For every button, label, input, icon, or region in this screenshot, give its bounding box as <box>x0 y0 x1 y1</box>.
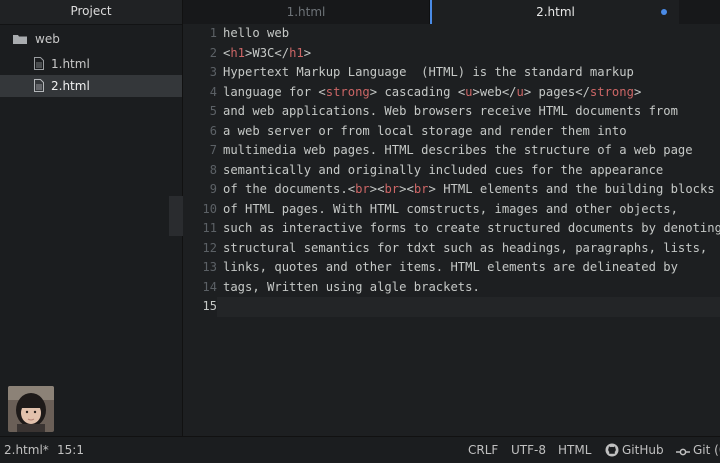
tab-label: 1.html <box>286 5 326 19</box>
tag-name-token: br <box>384 182 400 196</box>
tree-view-title: Project <box>0 0 182 25</box>
line-number: 9 <box>209 182 217 196</box>
code-text-area[interactable]: hello web <h1>W3C</h1> Hypertext Markup La… <box>217 24 720 317</box>
text-token: > pages</ <box>523 84 590 99</box>
line-number: 5 <box>209 104 217 118</box>
code-line[interactable] <box>217 297 720 317</box>
tree-folder-web[interactable]: web <box>0 28 182 50</box>
text-token: > HTML elements and the building blocks <box>428 182 715 196</box>
text-token: >< <box>399 182 414 196</box>
code-line[interactable]: a web server or from local storage and r… <box>223 122 720 142</box>
line-number-gutter: 1 2 3 4 5 6 7 8 9 10 11 12 13 14 15 <box>183 24 217 317</box>
code-line[interactable]: links, quotes and other items. HTML elem… <box>223 258 720 278</box>
status-cursor-position[interactable]: 15:1 <box>57 437 84 463</box>
tag-name-token: strong <box>325 84 370 99</box>
line-number: 14 <box>202 279 217 294</box>
text-token: > cascading < <box>369 84 466 99</box>
github-icon <box>605 443 619 457</box>
text-token: > <box>303 45 312 60</box>
text-token: hello web <box>223 26 290 40</box>
code-line[interactable]: tags, Written using algle brackets. <box>223 278 720 298</box>
line-number: 4 <box>209 84 217 99</box>
tab-1-html[interactable]: 1.html <box>183 0 430 24</box>
status-bar: 2.html* 15:1 CRLF UTF-8 HTML GitHub Git … <box>0 436 720 463</box>
file-icon <box>34 79 44 92</box>
code-line[interactable]: and web applications. Web browsers recei… <box>223 102 720 122</box>
code-line[interactable]: hello web <box>223 24 720 44</box>
line-number: 8 <box>209 162 217 177</box>
line-number: 7 <box>209 143 217 157</box>
tag-name-token: br <box>413 182 429 196</box>
text-token: Hypertext Markup Language (HTML) is the … <box>223 65 634 79</box>
file-label: 1.html <box>51 57 90 71</box>
text-token: >< <box>369 182 385 196</box>
code-line[interactable]: of HTML pages. With HTML comstructs, ima… <box>223 200 720 220</box>
text-token: > <box>633 84 642 99</box>
text-token: semantically and originally included cue… <box>223 162 664 177</box>
code-editor[interactable]: 1 2 3 4 5 6 7 8 9 10 11 12 13 14 15 hello web <h1>W3C</… <box>183 24 720 436</box>
status-grammar[interactable]: HTML <box>558 437 591 463</box>
status-file-name[interactable]: 2.html* <box>4 437 49 463</box>
text-token: structural semantics for tdxt such as he… <box>223 240 708 255</box>
text-token: of the documents.< <box>223 182 356 196</box>
tree-file-1-html[interactable]: 1.html <box>0 53 182 75</box>
tag-name-token: u <box>516 84 524 99</box>
code-line[interactable]: semantically and originally included cue… <box>223 161 720 181</box>
code-line[interactable]: such as interactive forms to create stru… <box>223 219 720 239</box>
status-line-ending[interactable]: CRLF <box>468 437 498 463</box>
file-label: 2.html <box>51 79 90 93</box>
line-number: 6 <box>209 123 217 138</box>
line-number: 1 <box>209 26 217 40</box>
file-icon <box>34 57 44 70</box>
code-line[interactable]: language for <strong> cascading <u>web</… <box>223 83 720 103</box>
folder-label: web <box>35 32 60 46</box>
line-number: 15 <box>202 299 217 313</box>
status-github[interactable]: GitHub <box>605 437 664 463</box>
line-number: 2 <box>209 45 217 60</box>
text-token: of HTML pages. With HTML comstructs, ima… <box>223 201 678 216</box>
tree-view: Project web 1.html 2.html <box>0 0 183 436</box>
code-line[interactable]: structural semantics for tdxt such as he… <box>223 239 720 259</box>
code-line[interactable]: multimedia web pages. HTML describes the… <box>223 141 720 161</box>
text-token: >web</ <box>472 84 517 99</box>
text-token: and web applications. Web browsers recei… <box>223 104 678 118</box>
tag-name-token: u <box>465 84 473 99</box>
folder-icon <box>13 35 27 44</box>
tag-name-token: h1 <box>289 45 304 60</box>
git-label: Git (0) <box>693 443 720 457</box>
status-encoding[interactable]: UTF-8 <box>511 437 546 463</box>
tag-name-token: strong <box>589 84 634 99</box>
tree-file-2-html[interactable]: 2.html <box>0 75 182 97</box>
text-token: links, quotes and other items. HTML elem… <box>223 260 678 274</box>
tab-bar: 1.html 2.html <box>183 0 720 25</box>
line-number: 13 <box>202 260 217 274</box>
modified-indicator-icon[interactable] <box>661 9 667 15</box>
text-token: such as interactive forms to create stru… <box>223 221 720 235</box>
tag-name-token: h1 <box>230 45 246 60</box>
line-number: 11 <box>202 221 217 235</box>
avatar-image <box>8 386 54 432</box>
text-token: multimedia web pages. HTML describes the… <box>223 143 693 157</box>
tab-label: 2.html <box>536 5 575 19</box>
text-token: tags, Written using algle brackets. <box>223 279 480 294</box>
user-avatar[interactable] <box>8 386 54 432</box>
status-git[interactable]: Git (0) <box>676 437 720 463</box>
code-line[interactable]: of the documents.<br><br><br> HTML eleme… <box>223 180 720 200</box>
text-token: language for < <box>223 84 326 99</box>
code-line[interactable]: Hypertext Markup Language (HTML) is the … <box>223 63 720 83</box>
tab-2-html[interactable]: 2.html <box>430 0 679 24</box>
line-number: 12 <box>202 240 217 255</box>
text-token: a web server or from local storage and r… <box>223 123 627 138</box>
git-commit-icon <box>676 448 690 456</box>
line-number: 3 <box>209 65 217 79</box>
code-line[interactable]: <h1>W3C</h1> <box>223 44 720 64</box>
github-label: GitHub <box>622 443 664 457</box>
text-token: >W3C</ <box>245 45 290 60</box>
line-number: 10 <box>202 201 217 216</box>
tag-name-token: br <box>355 182 370 196</box>
